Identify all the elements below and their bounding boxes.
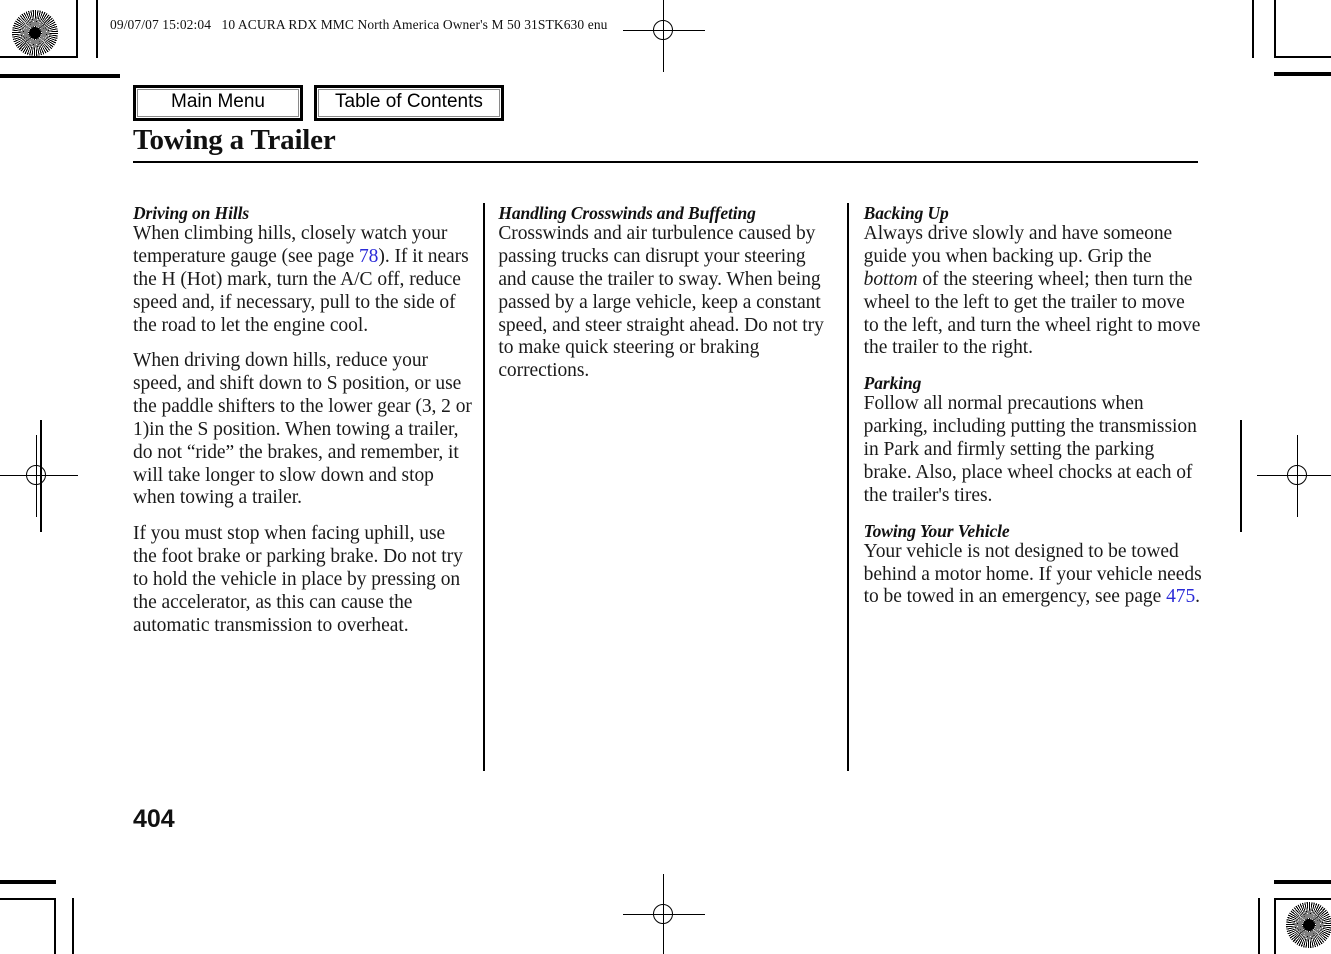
crop-mark-horizontal-top-left-inner bbox=[0, 56, 78, 58]
paragraph-text: If you must stop when facing uphill, use… bbox=[133, 523, 463, 636]
paragraph-text: . bbox=[1195, 586, 1200, 608]
paragraph-text: Always drive slowly and have someone gui… bbox=[863, 223, 1173, 267]
crop-mark-horizontal-top-right-inner bbox=[1274, 56, 1331, 58]
section-heading: Parking bbox=[863, 373, 922, 394]
title-underline-rule bbox=[133, 161, 1198, 163]
body-paragraph: Your vehicle is not designed to be towed… bbox=[864, 541, 1203, 610]
crosshair-ring bbox=[1287, 465, 1307, 485]
column-1: Driving on Hills When climbing hills, clo… bbox=[133, 203, 472, 650]
crop-mark-horizontal-bottom-left-outer bbox=[0, 880, 56, 884]
crop-mark-horizontal-top-right-outer bbox=[1274, 72, 1331, 76]
paragraph-text: Follow all normal precautions when parki… bbox=[863, 393, 1197, 506]
document-page: 09/07/07 15:02:04 10 ACURA RDX MMC North… bbox=[0, 0, 1331, 954]
table-of-contents-button[interactable]: Table of Contents bbox=[314, 85, 504, 121]
page-reference-link[interactable]: 78 bbox=[359, 246, 378, 267]
print-header-line: 09/07/07 15:02:04 10 ACURA RDX MMC North… bbox=[110, 17, 608, 32]
page-title: Towing a Trailer bbox=[133, 124, 336, 156]
section-heading: Towing Your Vehicle bbox=[863, 520, 1010, 541]
main-menu-button[interactable]: Main Menu bbox=[133, 85, 303, 121]
crop-mark-horizontal-bottom-right-outer bbox=[1274, 880, 1331, 884]
registration-star-bottom-right bbox=[1286, 902, 1331, 948]
page-reference-link[interactable]: 475 bbox=[1166, 586, 1195, 607]
trim-guide-right bbox=[1240, 420, 1242, 532]
registration-crosshair-right-center bbox=[1257, 435, 1331, 517]
body-paragraph: When driving down hills, reduce your spe… bbox=[133, 350, 472, 510]
paragraph-text: When driving down hills, reduce your spe… bbox=[133, 350, 472, 509]
crop-mark-vertical-bottom-left-inner bbox=[54, 898, 56, 954]
section-heading: Backing Up bbox=[863, 203, 949, 223]
navigation-bar: Main Menu Table of Contents bbox=[133, 85, 504, 121]
body-paragraph: If you must stop when facing uphill, use… bbox=[133, 523, 472, 637]
paragraph-text: Crosswinds and air turbulence caused by … bbox=[498, 223, 824, 382]
column-3: Backing Up Always drive slowly and have s… bbox=[864, 203, 1203, 650]
emphasis-text: bottom bbox=[863, 268, 918, 290]
body-paragraph: Always drive slowly and have someone gui… bbox=[864, 223, 1203, 360]
crop-mark-vertical-bottom-left-outer bbox=[72, 898, 74, 954]
crosshair-ring bbox=[653, 904, 673, 924]
crop-mark-vertical-bottom-right-outer bbox=[1274, 898, 1276, 954]
crop-mark-vertical-top-left-outer bbox=[96, 0, 98, 58]
page-number: 404 bbox=[133, 805, 175, 833]
body-paragraph: Crosswinds and air turbulence caused by … bbox=[498, 223, 837, 383]
body-paragraph: When climbing hills, closely watch your … bbox=[133, 223, 472, 337]
crop-mark-vertical-bottom-right-inner bbox=[1258, 898, 1260, 954]
crosshair-ring bbox=[653, 20, 673, 40]
crop-mark-horizontal-top-left-outer bbox=[0, 74, 120, 78]
crop-mark-vertical-top-left-inner bbox=[76, 0, 78, 58]
crop-mark-horizontal-bottom-right-inner bbox=[1274, 898, 1331, 900]
registration-crosshair-top-center bbox=[623, 0, 705, 72]
section-heading: Driving on Hills bbox=[133, 203, 250, 223]
crop-mark-vertical-top-right-inner bbox=[1274, 0, 1276, 58]
registration-crosshair-bottom-center bbox=[623, 874, 705, 954]
paragraph-text: Your vehicle is not designed to be towed… bbox=[863, 540, 1202, 608]
crop-mark-horizontal-bottom-left-inner bbox=[0, 898, 56, 900]
body-columns: Driving on Hills When climbing hills, clo… bbox=[133, 203, 1203, 650]
registration-star-top-left bbox=[12, 10, 58, 56]
section-heading: Handling Crosswinds and Buffeting bbox=[498, 203, 756, 223]
crop-mark-vertical-top-right-outer bbox=[1252, 0, 1254, 58]
crosshair-ring bbox=[26, 465, 46, 485]
body-paragraph: Follow all normal precautions when parki… bbox=[864, 393, 1203, 507]
column-2: Handling Crosswinds and Buffeting Crosswi… bbox=[498, 203, 837, 650]
trim-guide-left bbox=[40, 420, 42, 532]
registration-crosshair-left-center bbox=[0, 435, 78, 517]
